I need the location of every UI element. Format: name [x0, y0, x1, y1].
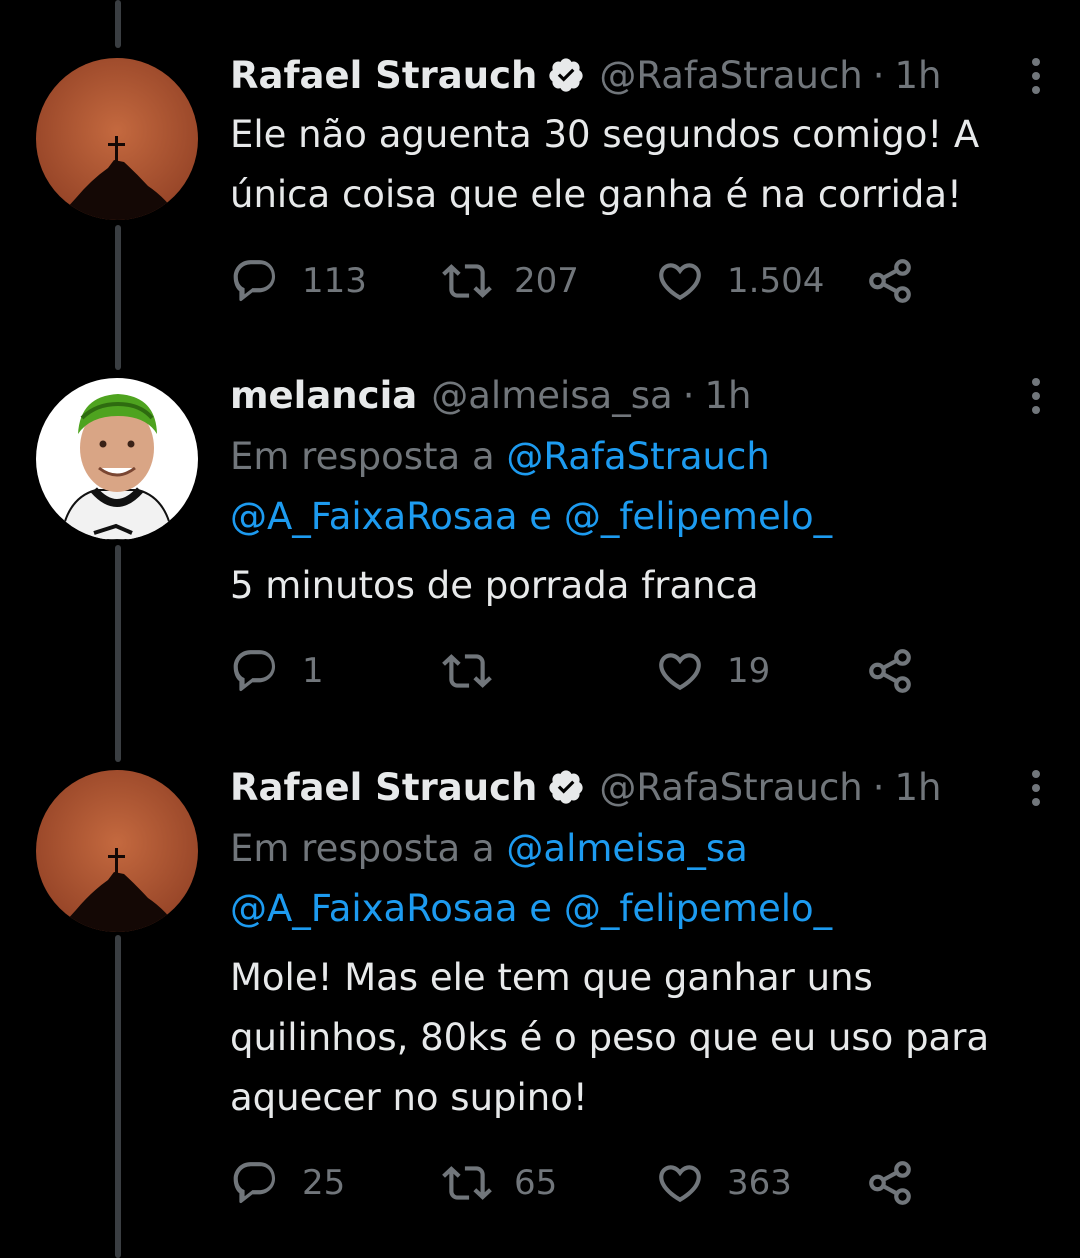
timestamp[interactable]: 1h — [895, 54, 942, 97]
mention-link[interactable]: @_felipemelo_ — [564, 495, 832, 538]
like-count: 1.504 — [727, 261, 825, 301]
reply-button[interactable]: 25 — [230, 1158, 345, 1208]
tweet-text-line: Mole! Mas ele tem que ganhar uns — [230, 956, 873, 999]
more-icon[interactable] — [1028, 768, 1044, 808]
retweet-icon — [442, 654, 492, 688]
tweet-header: melancia @almeisa_sa · 1h — [230, 370, 751, 420]
verified-badge-icon — [547, 768, 585, 806]
reply-count: 1 — [302, 651, 324, 691]
reply-button[interactable]: 1 — [230, 646, 324, 696]
avatar[interactable] — [36, 58, 198, 220]
reply-prefix: Em resposta a — [230, 827, 495, 870]
mention-link[interactable]: @A_FaixaRosaa — [230, 495, 518, 538]
reply-context: @A_FaixaRosaa e @_felipemelo_ — [230, 487, 832, 547]
like-button[interactable]: 363 — [655, 1158, 792, 1208]
reply-context: Em resposta a @almeisa_sa — [230, 819, 748, 879]
tweet[interactable]: melancia @almeisa_sa · 1h Em resposta a … — [0, 370, 1080, 710]
share-icon — [869, 1161, 911, 1205]
retweet-count: 207 — [514, 261, 579, 301]
retweet-button[interactable]: 65 — [442, 1158, 557, 1208]
avatar[interactable] — [36, 378, 198, 540]
heart-icon — [659, 653, 701, 691]
more-icon[interactable] — [1028, 56, 1044, 96]
reply-context: @A_FaixaRosaa e @_felipemelo_ — [230, 879, 832, 939]
reply-button[interactable]: 113 — [230, 256, 367, 306]
mention-link[interactable]: @_felipemelo_ — [564, 887, 832, 930]
mention-conjunction: e — [529, 495, 553, 538]
timestamp[interactable]: 1h — [895, 766, 942, 809]
tweet[interactable]: Rafael Strauch @RafaStrauch · 1h Em resp… — [0, 762, 1080, 1222]
reply-icon — [233, 1162, 276, 1204]
tweet-actions: 25 65 363 — [230, 1158, 1050, 1208]
retweet-count: 65 — [514, 1163, 558, 1203]
tweet-text-line: Ele não aguenta 30 segundos comigo! A — [230, 113, 980, 156]
tweet-header: Rafael Strauch @RafaStrauch · 1h — [230, 50, 942, 100]
mention-link[interactable]: @RafaStrauch — [506, 435, 769, 478]
reply-icon — [233, 260, 276, 302]
user-handle[interactable]: @almeisa_sa — [431, 374, 672, 417]
heart-icon — [659, 263, 701, 301]
user-handle[interactable]: @RafaStrauch — [599, 54, 862, 97]
tweet-text-line: única coisa que ele ganha é na corrida! — [230, 173, 962, 216]
mention-link[interactable]: @almeisa_sa — [506, 827, 747, 870]
timestamp[interactable]: 1h — [704, 374, 751, 417]
display-name[interactable]: Rafael Strauch — [230, 54, 537, 97]
share-button[interactable] — [865, 646, 915, 696]
share-button[interactable] — [865, 256, 915, 306]
display-name[interactable]: Rafael Strauch — [230, 766, 537, 809]
display-name[interactable]: melancia — [230, 374, 417, 417]
like-button[interactable]: 1.504 — [655, 256, 824, 306]
retweet-button[interactable]: 207 — [442, 256, 579, 306]
retweet-button[interactable] — [442, 646, 514, 696]
share-button[interactable] — [865, 1158, 915, 1208]
share-icon — [869, 649, 911, 693]
reply-count: 25 — [302, 1163, 346, 1203]
tweet-actions: 1 19 — [230, 646, 1050, 696]
tweet[interactable]: Rafael Strauch @RafaStrauch · 1h Ele não… — [0, 50, 1080, 330]
separator-dot: · — [682, 373, 695, 417]
share-icon — [869, 259, 911, 303]
reply-icon — [233, 650, 276, 692]
avatar[interactable] — [36, 770, 198, 932]
reply-prefix: Em resposta a — [230, 435, 495, 478]
more-icon[interactable] — [1028, 376, 1044, 416]
reply-context: Em resposta a @RafaStrauch — [230, 427, 770, 487]
separator-dot: · — [872, 765, 885, 809]
mention-link[interactable]: @A_FaixaRosaa — [230, 887, 518, 930]
tweet-text-line: quilinhos, 80ks é o peso que eu uso para — [230, 1016, 990, 1059]
like-count: 363 — [727, 1163, 792, 1203]
tweet-header: Rafael Strauch @RafaStrauch · 1h — [230, 762, 942, 812]
user-handle[interactable]: @RafaStrauch — [599, 766, 862, 809]
thread-line — [115, 0, 121, 48]
retweet-icon — [442, 264, 492, 298]
tweet-text-line: aquecer no supino! — [230, 1076, 588, 1119]
retweet-icon — [442, 1166, 492, 1200]
like-count: 19 — [727, 651, 771, 691]
heart-icon — [659, 1165, 701, 1203]
mention-conjunction: e — [529, 887, 553, 930]
separator-dot: · — [872, 53, 885, 97]
verified-badge-icon — [547, 56, 585, 94]
tweet-text-line: 5 minutos de porrada franca — [230, 564, 759, 607]
like-button[interactable]: 19 — [655, 646, 770, 696]
tweet-actions: 113 207 1.504 — [230, 256, 1050, 306]
reply-count: 113 — [302, 261, 367, 301]
